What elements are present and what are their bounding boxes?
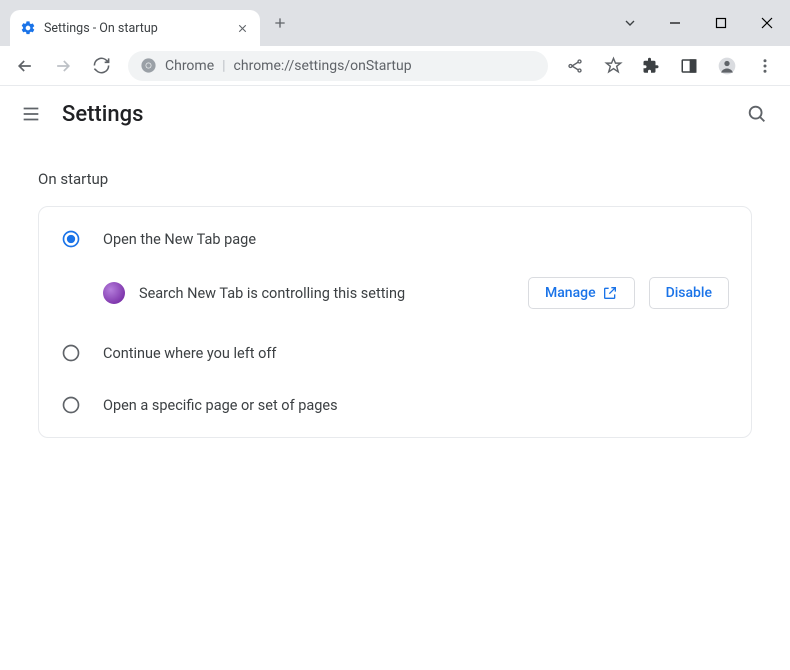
- address-bar[interactable]: Chrome | chrome://settings/onStartup: [128, 51, 548, 81]
- profile-icon[interactable]: [710, 49, 744, 83]
- chrome-icon: [140, 57, 157, 74]
- window-titlebar: Settings - On startup: [0, 0, 790, 46]
- new-tab-button[interactable]: [266, 9, 294, 37]
- settings-header: Settings: [0, 86, 790, 144]
- share-icon[interactable]: [558, 49, 592, 83]
- omnibox-divider: |: [222, 58, 225, 74]
- close-tab-icon[interactable]: [234, 20, 250, 36]
- maximize-button[interactable]: [698, 0, 744, 46]
- option-continue[interactable]: Continue where you left off: [39, 327, 751, 379]
- bookmark-icon[interactable]: [596, 49, 630, 83]
- radio-unselected-icon[interactable]: [61, 395, 81, 415]
- sidepanel-icon[interactable]: [672, 49, 706, 83]
- browser-toolbar: Chrome | chrome://settings/onStartup: [0, 46, 790, 86]
- option-specific[interactable]: Open a specific page or set of pages: [39, 379, 751, 431]
- option-label: Continue where you left off: [103, 345, 276, 362]
- reload-button[interactable]: [84, 49, 118, 83]
- disable-button-label: Disable: [666, 285, 712, 301]
- hamburger-icon[interactable]: [20, 103, 44, 127]
- section-title: On startup: [38, 170, 752, 188]
- window-controls: [608, 0, 790, 46]
- startup-options-card: Open the New Tab page Search New Tab is …: [38, 206, 752, 438]
- close-window-button[interactable]: [744, 0, 790, 46]
- manage-button[interactable]: Manage: [528, 277, 635, 309]
- option-label: Open a specific page or set of pages: [103, 397, 338, 414]
- forward-button[interactable]: [46, 49, 80, 83]
- radio-selected-icon[interactable]: [61, 229, 81, 249]
- option-label: Open the New Tab page: [103, 231, 256, 248]
- external-link-icon: [602, 285, 618, 301]
- menu-icon[interactable]: [748, 49, 782, 83]
- back-button[interactable]: [8, 49, 42, 83]
- page-title: Settings: [62, 102, 143, 127]
- settings-content: On startup Open the New Tab page Search …: [0, 144, 790, 464]
- extension-app-icon: [103, 282, 125, 304]
- extension-notice-row: Search New Tab is controlling this setti…: [39, 265, 751, 327]
- omnibox-url: chrome://settings/onStartup: [234, 58, 412, 74]
- minimize-button[interactable]: [652, 0, 698, 46]
- search-icon[interactable]: [746, 103, 770, 127]
- option-new-tab[interactable]: Open the New Tab page: [39, 213, 751, 265]
- radio-unselected-icon[interactable]: [61, 343, 81, 363]
- chevron-down-icon[interactable]: [608, 0, 652, 46]
- extension-notice-text: Search New Tab is controlling this setti…: [139, 285, 514, 302]
- manage-button-label: Manage: [545, 285, 596, 301]
- browser-tab[interactable]: Settings - On startup: [10, 10, 260, 46]
- tab-title: Settings - On startup: [44, 21, 226, 36]
- extensions-icon[interactable]: [634, 49, 668, 83]
- disable-button[interactable]: Disable: [649, 277, 729, 309]
- gear-icon: [20, 20, 36, 36]
- omnibox-chip: Chrome: [165, 58, 214, 74]
